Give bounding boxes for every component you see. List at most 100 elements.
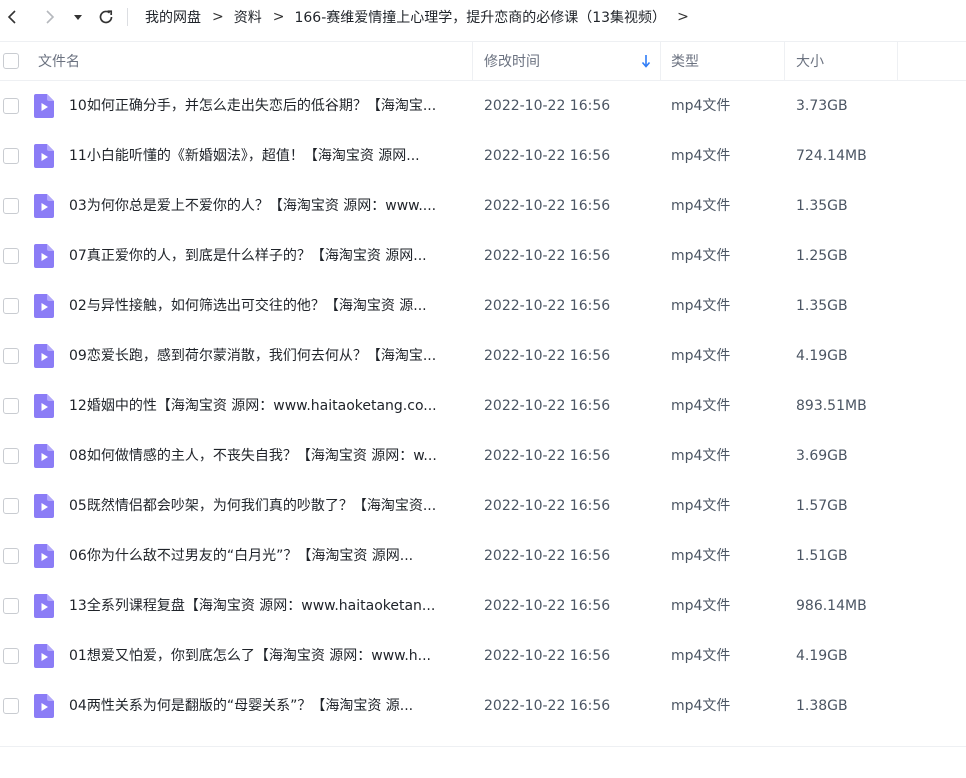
arrow-down-icon[interactable]: [640, 54, 652, 68]
table-row[interactable]: 09恋爱长跑，感到荷尔蒙消散，我们何去何从？【海淘宝... 2022-10-22 …: [0, 331, 966, 381]
table-row[interactable]: 05既然情侣都会吵架，为何我们真的吵散了？【海淘宝资... 2022-10-22 …: [0, 481, 966, 531]
row-checkbox[interactable]: [3, 698, 19, 714]
table-row[interactable]: 08如何做情感的主人，不丧失自我？【海淘宝资 源网：w... 2022-10-22…: [0, 431, 966, 481]
file-type: mp4文件: [671, 398, 731, 414]
breadcrumb-item-my-drive[interactable]: 我的网盘: [145, 7, 201, 27]
row-checkbox[interactable]: [3, 298, 19, 314]
video-file-icon: [34, 394, 54, 418]
video-file-icon: [34, 344, 54, 368]
row-checkbox[interactable]: [3, 648, 19, 664]
file-size: 4.19GB: [796, 648, 848, 664]
file-modified-time: 2022-10-22 16:56: [484, 548, 611, 564]
file-name[interactable]: 11小白能听懂的《新婚姻法》，超值！【海淘宝资 源网...: [69, 131, 469, 181]
file-type: mp4文件: [671, 348, 731, 364]
file-size: 1.35GB: [796, 198, 848, 214]
column-header-modified-time[interactable]: 修改时间: [484, 42, 540, 80]
file-type: mp4文件: [671, 548, 731, 564]
table-row[interactable]: 06你为什么敌不过男友的“白月光”？【海淘宝资 源网... 2022-10-22 …: [0, 531, 966, 581]
video-file-icon: [34, 194, 54, 218]
table-row[interactable]: 04两性关系为何是翻版的“母婴关系”？【海淘宝资 源... 2022-10-22 …: [0, 681, 966, 731]
file-name[interactable]: 09恋爱长跑，感到荷尔蒙消散，我们何去何从？【海淘宝...: [69, 331, 469, 381]
file-type: mp4文件: [671, 198, 731, 214]
breadcrumb-item-materials[interactable]: 资料: [234, 7, 262, 27]
column-divider: [660, 42, 661, 80]
history-dropdown-button[interactable]: [70, 6, 86, 28]
file-name[interactable]: 12婚姻中的性【海淘宝资 源网：www.haitaoketang.co...: [69, 381, 469, 431]
file-name[interactable]: 08如何做情感的主人，不丧失自我？【海淘宝资 源网：w...: [69, 431, 469, 481]
row-checkbox[interactable]: [3, 148, 19, 164]
column-header-name[interactable]: 文件名: [38, 42, 80, 80]
table-header: 文件名 修改时间 类型 大小: [0, 41, 966, 81]
file-name[interactable]: 04两性关系为何是翻版的“母婴关系”？【海淘宝资 源...: [69, 681, 469, 731]
file-size: 1.25GB: [796, 248, 848, 264]
file-size: 893.51MB: [796, 398, 867, 414]
refresh-button[interactable]: [95, 6, 117, 28]
row-checkbox[interactable]: [3, 398, 19, 414]
table-row[interactable]: 11小白能听懂的《新婚姻法》，超值！【海淘宝资 源网... 2022-10-22 …: [0, 131, 966, 181]
column-header-size[interactable]: 大小: [796, 42, 824, 80]
row-checkbox[interactable]: [3, 348, 19, 364]
column-header-type[interactable]: 类型: [671, 42, 699, 80]
toolbar-divider: [127, 8, 128, 26]
video-file-icon: [34, 144, 54, 168]
breadcrumb: 我的网盘 > 资料 > 166-赛维爱情撞上心理学，提升恋商的必修课（13集视频…: [145, 7, 699, 27]
refresh-icon: [99, 10, 113, 24]
file-size: 1.35GB: [796, 298, 848, 314]
file-name[interactable]: 03为何你总是爱上不爱你的人？【海淘宝资 源网：www....: [69, 181, 469, 231]
file-name[interactable]: 02与异性接触，如何筛选出可交往的他？【海淘宝资 源...: [69, 281, 469, 331]
file-name[interactable]: 10如何正确分手，并怎么走出失恋后的低谷期？【海淘宝...: [69, 81, 469, 131]
file-name[interactable]: 06你为什么敌不过男友的“白月光”？【海淘宝资 源网...: [69, 531, 469, 581]
file-modified-time: 2022-10-22 16:56: [484, 198, 611, 214]
file-type: mp4文件: [671, 498, 731, 514]
row-checkbox[interactable]: [3, 548, 19, 564]
file-size: 986.14MB: [796, 598, 867, 614]
file-modified-time: 2022-10-22 16:56: [484, 398, 611, 414]
table-row[interactable]: 01想爱又怕爱，你到底怎么了【海淘宝资 源网：www.h... 2022-10-2…: [0, 631, 966, 681]
table-row[interactable]: 12婚姻中的性【海淘宝资 源网：www.haitaoketang.co... 20…: [0, 381, 966, 431]
file-name[interactable]: 05既然情侣都会吵架，为何我们真的吵散了？【海淘宝资...: [69, 481, 469, 531]
file-modified-time: 2022-10-22 16:56: [484, 348, 611, 364]
file-modified-time: 2022-10-22 16:56: [484, 498, 611, 514]
chevron-left-icon: [7, 10, 16, 24]
table-row[interactable]: 02与异性接触，如何筛选出可交往的他？【海淘宝资 源... 2022-10-22 …: [0, 281, 966, 331]
column-divider: [784, 42, 785, 80]
video-file-icon: [34, 244, 54, 268]
video-file-icon: [34, 594, 54, 618]
table-row[interactable]: 13全系列课程复盘【海淘宝资 源网：www.haitaoketan... 2022…: [0, 581, 966, 631]
column-divider: [897, 42, 898, 80]
file-name[interactable]: 07真正爱你的人，到底是什么样子的？【海淘宝资 源网...: [69, 231, 469, 281]
file-size: 1.51GB: [796, 548, 848, 564]
file-modified-time: 2022-10-22 16:56: [484, 448, 611, 464]
video-file-icon: [34, 444, 54, 468]
table-row[interactable]: 03为何你总是爱上不爱你的人？【海淘宝资 源网：www.... 2022-10-2…: [0, 181, 966, 231]
row-checkbox[interactable]: [3, 198, 19, 214]
caret-down-icon: [74, 15, 82, 20]
row-checkbox[interactable]: [3, 598, 19, 614]
file-name[interactable]: 01想爱又怕爱，你到底怎么了【海淘宝资 源网：www.h...: [69, 631, 469, 681]
back-button[interactable]: [2, 6, 24, 28]
video-file-icon: [34, 644, 54, 668]
breadcrumb-separator: >: [212, 9, 224, 25]
file-type: mp4文件: [671, 98, 731, 114]
video-file-icon: [34, 94, 54, 118]
file-size: 724.14MB: [796, 148, 867, 164]
row-checkbox[interactable]: [3, 448, 19, 464]
video-file-icon: [34, 494, 54, 518]
file-size: 3.69GB: [796, 448, 848, 464]
table-row[interactable]: 07真正爱你的人，到底是什么样子的？【海淘宝资 源网... 2022-10-22 …: [0, 231, 966, 281]
file-modified-time: 2022-10-22 16:56: [484, 248, 611, 264]
table-row[interactable]: 10如何正确分手，并怎么走出失恋后的低谷期？【海淘宝... 2022-10-22 …: [0, 81, 966, 131]
breadcrumb-item-current-folder[interactable]: 166-赛维爱情撞上心理学，提升恋商的必修课（13集视频）: [294, 7, 666, 27]
file-size: 4.19GB: [796, 348, 848, 364]
file-size: 1.38GB: [796, 698, 848, 714]
breadcrumb-separator: >: [677, 9, 689, 25]
row-checkbox[interactable]: [3, 498, 19, 514]
forward-button[interactable]: [38, 6, 60, 28]
row-checkbox[interactable]: [3, 98, 19, 114]
file-name[interactable]: 13全系列课程复盘【海淘宝资 源网：www.haitaoketan...: [69, 581, 469, 631]
row-checkbox[interactable]: [3, 248, 19, 264]
file-type: mp4文件: [671, 698, 731, 714]
file-size: 3.73GB: [796, 98, 848, 114]
select-all-checkbox[interactable]: [3, 53, 19, 69]
video-file-icon: [34, 694, 54, 718]
